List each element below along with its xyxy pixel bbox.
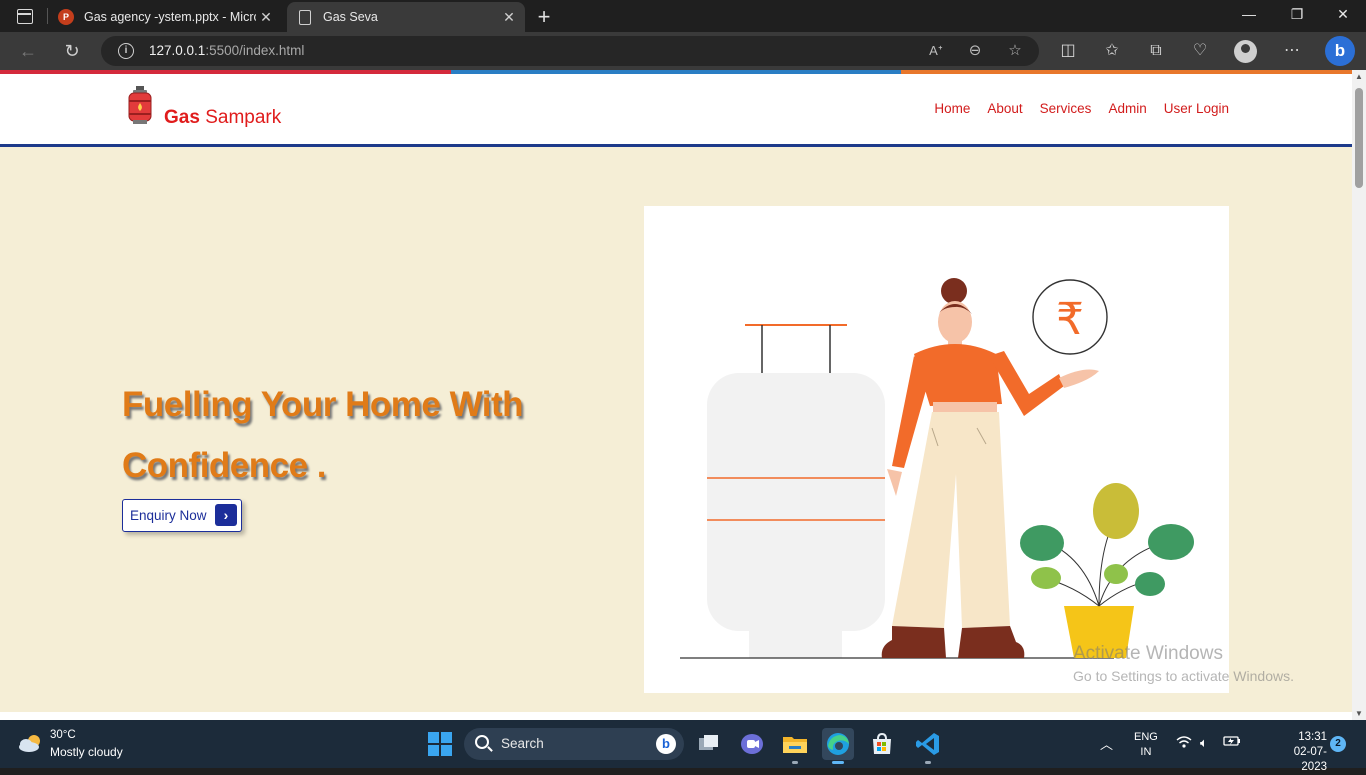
tab-title: Gas agency -ystem.pptx - Micros: [84, 10, 256, 24]
teams-chat-icon[interactable]: [736, 728, 768, 760]
enquiry-label: Enquiry Now: [130, 508, 207, 523]
site-header: Gas Sampark Home About Services Admin Us…: [0, 74, 1352, 147]
enquiry-now-button[interactable]: Enquiry Now ›: [122, 499, 242, 532]
task-view-icon[interactable]: [693, 728, 725, 760]
svg-text:₹: ₹: [1056, 294, 1084, 345]
system-clock[interactable]: 13:31 02-07-2023: [1282, 730, 1327, 775]
input-language[interactable]: ENG IN: [1134, 730, 1158, 760]
page-scrollbar[interactable]: ▲ ▼: [1352, 70, 1366, 720]
weather-description[interactable]: Mostly cloudy: [50, 745, 123, 759]
bing-chat-icon[interactable]: b: [1325, 36, 1355, 66]
file-explorer-icon[interactable]: [779, 728, 811, 764]
back-icon[interactable]: ←: [17, 40, 39, 62]
nav-services[interactable]: Services: [1040, 101, 1092, 116]
divider: [47, 8, 48, 24]
microsoft-store-icon[interactable]: [866, 728, 898, 760]
collections-icon[interactable]: ⧉: [1145, 40, 1167, 62]
nav-home[interactable]: Home: [934, 101, 970, 116]
search-label: Search: [501, 736, 544, 751]
new-tab-button[interactable]: +: [534, 4, 554, 30]
nav-about[interactable]: About: [987, 101, 1022, 116]
close-icon[interactable]: ✕: [256, 9, 276, 26]
favorites-icon[interactable]: ✩: [1101, 40, 1123, 62]
zoom-out-icon[interactable]: ⊖: [966, 42, 984, 60]
favorite-star-icon[interactable]: ☆: [1006, 42, 1024, 60]
hero-title: Fuelling Your Home With Confidence .: [122, 385, 524, 485]
main-nav: Home About Services Admin User Login: [934, 101, 1229, 116]
minimize-icon[interactable]: —: [1237, 6, 1261, 22]
powerpoint-icon: P: [58, 9, 74, 25]
refresh-icon[interactable]: ↻: [61, 40, 83, 62]
address-toolbar: ← ↻ i 127.0.0.1:5500/index.html Aᐩ ⊖ ☆ ◫…: [0, 32, 1366, 70]
notification-count-badge[interactable]: 2: [1330, 736, 1346, 752]
tab-actions-icon[interactable]: [14, 7, 34, 25]
close-window-icon[interactable]: ✕: [1331, 6, 1355, 23]
tab-gas-seva[interactable]: Gas Seva ✕: [287, 2, 525, 32]
windows-taskbar: 30°C Mostly cloudy Search b ︿ ENG IN 🔈︎ 1…: [0, 720, 1366, 773]
next-section-edge: [0, 712, 1352, 720]
address-bar[interactable]: i 127.0.0.1:5500/index.html Aᐩ ⊖ ☆: [101, 36, 1039, 66]
weather-temperature[interactable]: 30°C: [50, 729, 76, 741]
wifi-icon[interactable]: [1176, 735, 1192, 752]
partly-cloudy-icon[interactable]: [18, 733, 44, 753]
tab-title: Gas Seva: [323, 10, 378, 24]
woman-with-gas-cylinder-illustration: ₹: [680, 278, 1194, 659]
read-aloud-icon[interactable]: Aᐩ: [927, 42, 945, 60]
more-menu-icon[interactable]: ⋯: [1281, 40, 1303, 62]
bing-icon: b: [656, 734, 676, 754]
site-info-icon[interactable]: i: [118, 43, 134, 59]
nav-admin[interactable]: Admin: [1108, 101, 1146, 116]
volume-icon[interactable]: 🔈︎: [1200, 735, 1208, 751]
search-icon: [475, 735, 489, 749]
vscode-icon[interactable]: [912, 728, 944, 764]
tab-powerpoint[interactable]: P Gas agency -ystem.pptx - Micros ✕: [52, 2, 282, 32]
split-screen-icon[interactable]: ◫: [1057, 40, 1079, 62]
url-text[interactable]: 127.0.0.1:5500/index.html: [149, 43, 304, 58]
page-icon: [299, 9, 311, 25]
page-viewport: Gas Sampark Home About Services Admin Us…: [0, 70, 1352, 720]
browser-tab-bar: P Gas agency -ystem.pptx - Micros ✕ Gas …: [0, 0, 1366, 32]
edge-browser-icon[interactable]: [822, 728, 854, 764]
taskbar-search[interactable]: Search b: [464, 728, 684, 760]
profile-avatar[interactable]: [1234, 40, 1257, 63]
chevron-right-icon: ›: [215, 504, 237, 526]
restore-icon[interactable]: ❐: [1285, 6, 1309, 23]
start-windows-icon[interactable]: [428, 732, 452, 756]
gas-cylinder-logo-icon[interactable]: [128, 86, 152, 124]
scroll-up-icon[interactable]: ▲: [1355, 72, 1363, 81]
scrollbar-thumb[interactable]: [1355, 88, 1363, 188]
brand-name[interactable]: Gas Sampark: [164, 107, 281, 129]
browser-essentials-icon[interactable]: ♡: [1189, 40, 1211, 62]
hero-illustration: ₹: [644, 206, 1229, 693]
activate-windows-watermark: Activate Windows Go to Settings to activ…: [1073, 643, 1294, 684]
battery-charging-icon[interactable]: [1223, 735, 1241, 750]
nav-user-login[interactable]: User Login: [1164, 101, 1229, 116]
close-icon[interactable]: ✕: [499, 9, 519, 26]
show-hidden-icons-chevron-icon[interactable]: ︿: [1100, 734, 1113, 753]
scroll-down-icon[interactable]: ▼: [1355, 709, 1363, 718]
